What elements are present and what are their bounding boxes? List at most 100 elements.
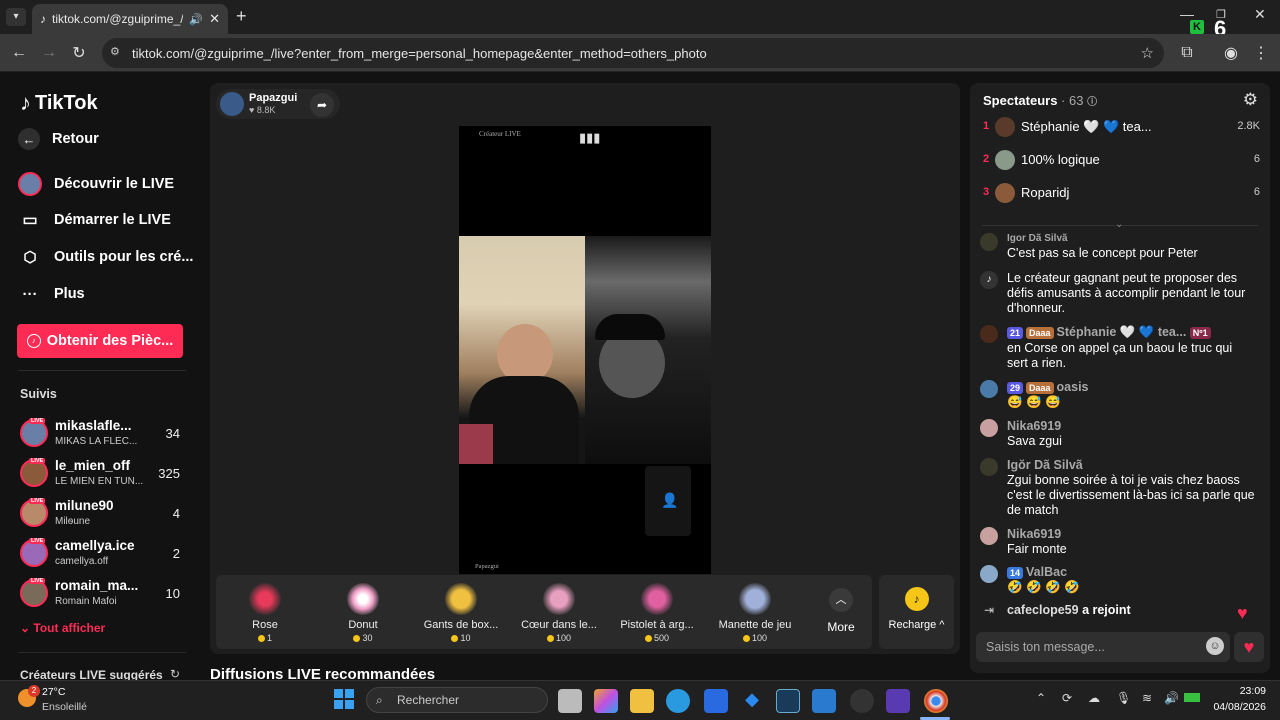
money-gun-icon <box>641 583 673 615</box>
battery-icon[interactable] <box>1184 693 1200 702</box>
refresh-icon[interactable]: ↻ <box>170 667 180 681</box>
show-all-link[interactable]: ⌄ Tout afficher <box>20 621 105 635</box>
box-left <box>459 424 493 464</box>
coin-icon <box>257 635 265 643</box>
reload-icon[interactable]: ↻ <box>68 42 90 64</box>
avatar <box>980 325 998 343</box>
rose-icon <box>249 583 281 615</box>
share-icon[interactable]: ➦ <box>310 93 334 117</box>
ranking-name: Roparidj <box>1021 185 1070 200</box>
clock-date[interactable]: 04/08/2026 <box>1206 701 1266 713</box>
fan-badge: Daaa <box>1026 381 1054 394</box>
host-avatar <box>220 92 244 116</box>
gift-name: Pistolet à arg... <box>620 619 694 631</box>
menu-icon[interactable]: ⋮ <box>1250 42 1272 64</box>
cloud-icon[interactable]: ☁ <box>1088 691 1100 705</box>
chat-text: Le créateur gagnant peut te proposer des… <box>1007 271 1246 315</box>
avatar: LIVE <box>20 538 48 567</box>
following-item[interactable]: LIVE romain_ma... Romain Mafoi 10 <box>18 576 186 612</box>
close-window-button[interactable]: ✕ <box>1254 6 1266 23</box>
chat-input[interactable]: Saisis ton message... ☺ <box>976 632 1230 662</box>
live-badge: LIVE <box>29 578 46 584</box>
settings-gear-icon[interactable]: ⚙ <box>1243 90 1258 110</box>
bookmark-star-icon[interactable]: ☆ <box>1141 44 1154 62</box>
store-icon[interactable] <box>704 689 728 713</box>
ranking-item[interactable]: 3 Roparidj 6 <box>980 181 1260 207</box>
tab-audio-icon[interactable]: 🔊 <box>189 13 203 26</box>
guest-slot[interactable]: 👤 <box>645 466 691 536</box>
coin-icon: ♪ <box>904 587 929 611</box>
sync-icon[interactable]: ⟳ <box>1062 691 1072 705</box>
gift-item[interactable]: Pistolet à arg... 500 <box>608 575 706 649</box>
ranking-item[interactable]: 2 100% logique 6 <box>980 148 1260 174</box>
floating-heart-icon: ♥ <box>1237 603 1248 623</box>
gift-item[interactable]: Manette de jeu 100 <box>706 575 804 649</box>
gift-item[interactable]: Rose 1 <box>216 575 314 649</box>
heart-icon: ♥ <box>249 105 255 115</box>
restore-button[interactable]: ❐ <box>1216 8 1226 21</box>
nav-creator-tools[interactable]: ⬡ Outils pour les cré... <box>18 245 193 269</box>
avatar <box>995 183 1015 203</box>
tab-close-icon[interactable]: ✕ <box>209 11 220 27</box>
nav-label: Plus <box>54 286 85 302</box>
following-item[interactable]: LIVE milune90 Milѳune 4 <box>18 496 186 532</box>
following-item[interactable]: LIVE mikaslafle... MIKAS LA FLÈC... 34 <box>18 416 186 452</box>
nav-label: Découvrir le LIVE <box>54 176 175 192</box>
gift-item[interactable]: Cœur dans le... 100 <box>510 575 608 649</box>
person-head-left <box>497 324 553 384</box>
get-coins-button[interactable]: ♪ Obtenir des Pièc... <box>17 324 183 358</box>
avatar <box>980 527 998 545</box>
video-stream[interactable]: Créateur LIVE ▮▮▮ 👤 Papazgui <box>459 126 711 574</box>
copilot-icon[interactable] <box>594 689 618 713</box>
ranking-item[interactable]: 1 Stéphanie 🤍 💙 tea... 2.8K <box>980 115 1260 141</box>
gift-item[interactable]: Gants de box... 10 <box>412 575 510 649</box>
outlook-icon[interactable] <box>812 689 836 713</box>
clock-time[interactable]: 23:09 <box>1212 685 1266 697</box>
more-gifts-button[interactable]: ︿ More <box>812 575 870 649</box>
emoji-icon[interactable]: ☺ <box>1206 637 1224 655</box>
like-heart-button[interactable]: ♥ <box>1234 632 1264 662</box>
windows-start-icon[interactable] <box>334 689 354 709</box>
taskbar-search[interactable]: ⌕ Rechercher <box>366 687 548 713</box>
wifi-icon[interactable]: ≋ <box>1142 691 1152 705</box>
back-link[interactable]: ← Retour <box>18 128 99 150</box>
app-icon[interactable] <box>850 689 874 713</box>
extensions-icon[interactable]: ⧉ <box>1176 42 1198 64</box>
nav-more[interactable]: ··· Plus <box>18 282 85 306</box>
browser-tab[interactable]: ♪ tiktok.com/@zguiprime_/live 🔊 ✕ <box>32 4 228 34</box>
rank-badge: Nº1 <box>1189 326 1211 339</box>
info-icon[interactable]: ⓘ <box>1087 97 1097 108</box>
gift-name: Rose <box>252 619 278 631</box>
chevron-down-icon[interactable]: ⌄ <box>1115 219 1123 230</box>
dropbox-icon[interactable]: ◆ <box>740 689 764 713</box>
tiktok-logo[interactable]: ♪ TikTok <box>20 90 98 116</box>
tab-search-button[interactable]: ▾ <box>6 8 26 26</box>
site-info-icon[interactable]: ⚙ <box>110 45 120 58</box>
url-bar[interactable]: ⚙ tiktok.com/@zguiprime_/live?enter_from… <box>102 38 1164 68</box>
volume-icon[interactable]: 🔊 <box>1164 691 1179 705</box>
profile-icon[interactable]: ◉ <box>1220 42 1242 64</box>
task-view-icon[interactable] <box>558 689 582 713</box>
app-icon[interactable] <box>776 689 800 713</box>
chevron-up-icon[interactable]: ⌃ <box>1036 691 1046 705</box>
back-arrow-icon[interactable]: ← <box>8 42 30 64</box>
avatar <box>980 565 998 583</box>
nav-discover-live[interactable]: Découvrir le LIVE <box>18 172 174 196</box>
recharge-button[interactable]: ♪ Recharge ^ <box>879 575 954 649</box>
following-item[interactable]: LIVE le_mien_off LE MIEN EN TUN... 325 <box>18 456 186 492</box>
coin-icon: ♪ <box>26 334 41 348</box>
file-explorer-icon[interactable] <box>630 689 654 713</box>
gift-item[interactable]: Donut 30 <box>314 575 412 649</box>
following-item[interactable]: LIVE camellya.ice camellya.off 2 <box>18 536 186 572</box>
edge-icon[interactable] <box>666 689 690 713</box>
chrome-icon[interactable] <box>924 689 948 713</box>
new-tab-button[interactable]: + <box>236 6 247 27</box>
app-icon[interactable] <box>886 689 910 713</box>
chat-username: Igŏr Dã Silvã <box>1007 458 1083 472</box>
nav-start-live[interactable]: ▭ Démarrer le LIVE <box>18 208 170 232</box>
microphone-icon[interactable]: 🎙 <box>1116 691 1131 705</box>
gift-bar: Rose 1 Donut 30 Gants de box... 10 Cœur … <box>216 575 872 649</box>
forward-arrow-icon[interactable]: → <box>38 42 60 64</box>
nav-label: Outils pour les cré... <box>54 249 194 265</box>
gift-price: 10 <box>412 633 510 643</box>
